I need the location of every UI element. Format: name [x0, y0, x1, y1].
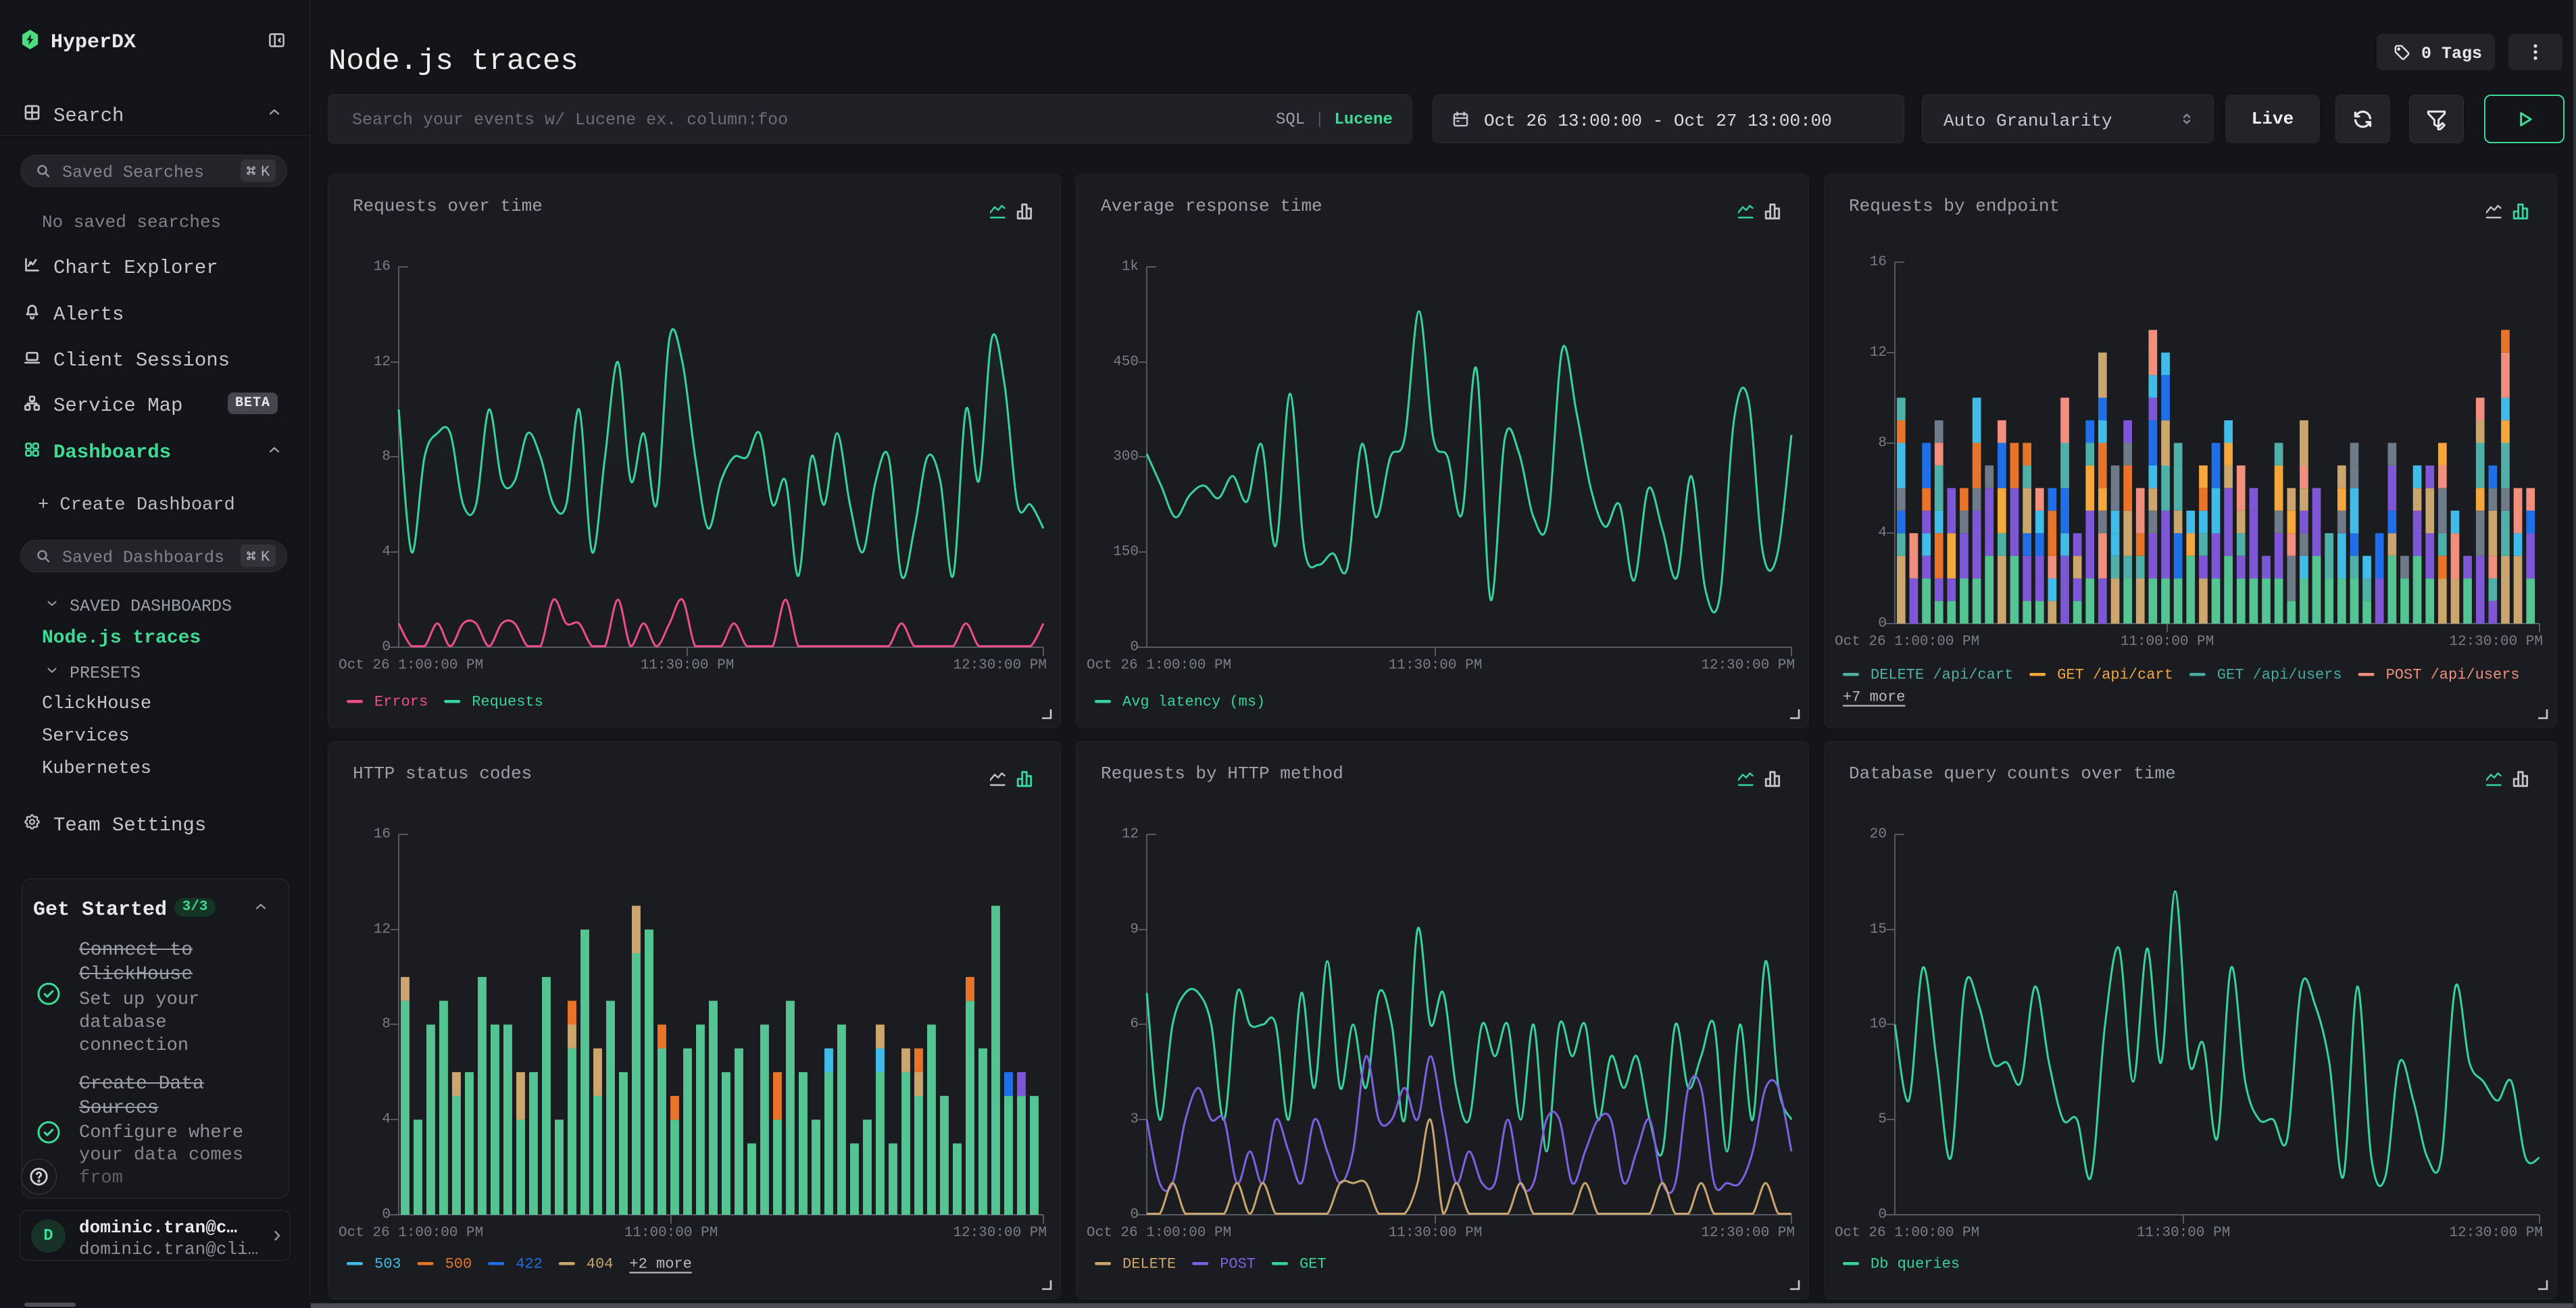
svg-text:500: 500 — [445, 1256, 472, 1273]
svg-text:11:30:00 PM: 11:30:00 PM — [1389, 1226, 1483, 1241]
svg-text:12: 12 — [374, 355, 391, 370]
svg-text:16: 16 — [374, 827, 391, 842]
svg-text:5: 5 — [1878, 1112, 1887, 1128]
svg-text:DELETE /api/cart: DELETE /api/cart — [1871, 667, 2013, 684]
svg-text:1k: 1k — [1122, 259, 1139, 275]
svg-text:16: 16 — [374, 259, 391, 275]
svg-text:Db queries: Db queries — [1871, 1256, 1960, 1273]
svg-text:Requests by endpoint: Requests by endpoint — [1849, 196, 2060, 216]
svg-text:GET /api/cart: GET /api/cart — [2057, 667, 2173, 684]
svg-text:404: 404 — [587, 1256, 614, 1273]
svg-text:450: 450 — [1113, 355, 1139, 370]
svg-text:8: 8 — [1878, 436, 1887, 451]
svg-text:12:30:00 PM: 12:30:00 PM — [953, 658, 1047, 674]
svg-text:4: 4 — [382, 1112, 391, 1128]
svg-text:12:30:00 PM: 12:30:00 PM — [1701, 1226, 1795, 1241]
svg-text:0: 0 — [1130, 640, 1139, 655]
svg-text:Errors: Errors — [374, 694, 428, 711]
svg-text:Database query counts over tim: Database query counts over time — [1849, 763, 2176, 784]
svg-text:Oct 26 1:00:00 PM: Oct 26 1:00:00 PM — [1087, 658, 1231, 674]
svg-text:Requests over time: Requests over time — [353, 196, 543, 216]
svg-text:DELETE: DELETE — [1122, 1256, 1176, 1273]
svg-text:12:30:00 PM: 12:30:00 PM — [953, 1226, 1047, 1241]
svg-text:20: 20 — [1870, 827, 1887, 842]
svg-text:4: 4 — [1878, 526, 1887, 541]
svg-text:11:30:00 PM: 11:30:00 PM — [1389, 658, 1483, 674]
svg-text:+7 more: +7 more — [1843, 689, 1905, 706]
svg-text:4: 4 — [382, 545, 391, 560]
svg-text:Oct 26 1:00:00 PM: Oct 26 1:00:00 PM — [1087, 1226, 1231, 1241]
svg-text:Oct 26 1:00:00 PM: Oct 26 1:00:00 PM — [339, 658, 483, 674]
svg-text:9: 9 — [1130, 922, 1139, 938]
svg-text:12:30:00 PM: 12:30:00 PM — [2449, 634, 2543, 650]
svg-text:12: 12 — [1870, 345, 1887, 361]
svg-text:0: 0 — [1878, 616, 1887, 632]
svg-text:12: 12 — [1122, 827, 1139, 842]
svg-text:11:30:00 PM: 11:30:00 PM — [641, 658, 735, 674]
svg-text:0: 0 — [382, 1207, 391, 1223]
svg-text:16: 16 — [1870, 255, 1887, 270]
svg-text:15: 15 — [1870, 922, 1887, 938]
svg-text:0: 0 — [382, 640, 391, 655]
svg-text:GET: GET — [1299, 1256, 1327, 1273]
svg-text:6: 6 — [1130, 1017, 1139, 1032]
svg-text:Oct 26 1:00:00 PM: Oct 26 1:00:00 PM — [1835, 634, 1979, 650]
svg-text:3: 3 — [1130, 1112, 1139, 1128]
svg-text:422: 422 — [516, 1256, 543, 1273]
svg-text:503: 503 — [374, 1256, 401, 1273]
svg-text:300: 300 — [1113, 449, 1139, 465]
svg-text:POST /api/users: POST /api/users — [2386, 667, 2520, 684]
svg-text:Requests by HTTP method: Requests by HTTP method — [1101, 763, 1343, 784]
svg-text:8: 8 — [382, 1017, 391, 1032]
svg-text:0: 0 — [1130, 1207, 1139, 1223]
svg-text:12:30:00 PM: 12:30:00 PM — [1701, 658, 1795, 674]
svg-text:POST: POST — [1220, 1256, 1256, 1273]
svg-text:0: 0 — [1878, 1207, 1887, 1223]
svg-text:11:30:00 PM: 11:30:00 PM — [2137, 1226, 2231, 1241]
svg-text:HTTP status codes: HTTP status codes — [353, 763, 532, 784]
svg-text:11:00:00 PM: 11:00:00 PM — [624, 1226, 718, 1241]
svg-text:12:30:00 PM: 12:30:00 PM — [2449, 1226, 2543, 1241]
svg-text:Oct 26 1:00:00 PM: Oct 26 1:00:00 PM — [339, 1226, 483, 1241]
svg-text:10: 10 — [1870, 1017, 1887, 1032]
svg-text:Average response time: Average response time — [1101, 196, 1322, 216]
svg-text:12: 12 — [374, 922, 391, 938]
svg-text:Requests: Requests — [472, 694, 543, 711]
svg-text:8: 8 — [382, 449, 391, 465]
svg-text:Oct 26 1:00:00 PM: Oct 26 1:00:00 PM — [1835, 1226, 1979, 1241]
svg-text:GET /api/users: GET /api/users — [2217, 667, 2342, 684]
svg-text:11:00:00 PM: 11:00:00 PM — [2121, 634, 2214, 650]
svg-text:150: 150 — [1113, 545, 1139, 560]
svg-text:+2 more: +2 more — [629, 1256, 691, 1273]
svg-text:Avg latency (ms): Avg latency (ms) — [1122, 694, 1265, 711]
